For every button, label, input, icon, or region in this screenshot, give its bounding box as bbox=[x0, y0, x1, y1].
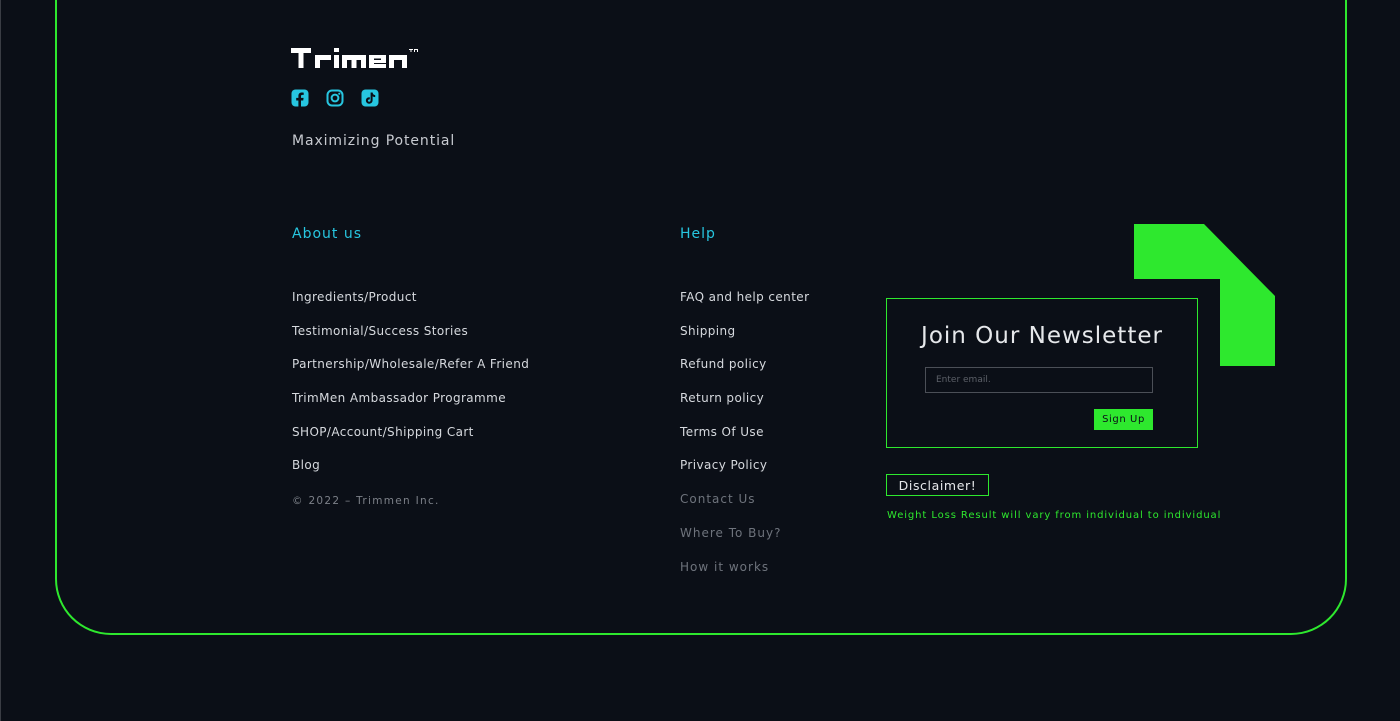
help-link-how-it-works[interactable]: How it works bbox=[680, 560, 809, 594]
about-link-testimonials[interactable]: Testimonial/Success Stories bbox=[292, 324, 529, 358]
about-links: Ingredients/Product Testimonial/Success … bbox=[292, 290, 529, 492]
newsletter-email-input[interactable] bbox=[925, 367, 1153, 393]
trimen-logo[interactable] bbox=[291, 46, 423, 72]
page: Maximizing Potential About us Ingredient… bbox=[0, 0, 1400, 721]
about-link-partnership[interactable]: Partnership/Wholesale/Refer A Friend bbox=[292, 357, 529, 391]
help-link-contact[interactable]: Contact Us bbox=[680, 492, 809, 526]
brand-tagline: Maximizing Potential bbox=[292, 133, 456, 149]
newsletter-title: Join Our Newsletter bbox=[921, 323, 1163, 349]
about-link-shop[interactable]: SHOP/Account/Shipping Cart bbox=[292, 425, 529, 459]
help-link-shipping[interactable]: Shipping bbox=[680, 324, 809, 358]
about-heading: About us bbox=[292, 226, 363, 242]
newsletter-box: Join Our Newsletter Sign Up bbox=[886, 298, 1198, 448]
instagram-icon[interactable] bbox=[326, 89, 344, 107]
help-link-return[interactable]: Return policy bbox=[680, 391, 809, 425]
social-links bbox=[291, 89, 379, 107]
help-link-refund[interactable]: Refund policy bbox=[680, 357, 809, 391]
about-link-ingredients[interactable]: Ingredients/Product bbox=[292, 290, 529, 324]
about-link-blog[interactable]: Blog bbox=[292, 458, 529, 492]
disclaimer-text: Weight Loss Result will vary from indivi… bbox=[887, 510, 1222, 521]
disclaimer-button[interactable]: Disclaimer! bbox=[886, 474, 989, 496]
help-heading: Help bbox=[680, 226, 716, 242]
sign-up-button[interactable]: Sign Up bbox=[1094, 409, 1153, 430]
help-links: FAQ and help center Shipping Refund poli… bbox=[680, 290, 809, 593]
help-link-faq[interactable]: FAQ and help center bbox=[680, 290, 809, 324]
tiktok-icon[interactable] bbox=[361, 89, 379, 107]
copyright-text: © 2022 – Trimmen Inc. bbox=[292, 495, 440, 507]
help-link-privacy[interactable]: Privacy Policy bbox=[680, 458, 809, 492]
help-link-where-to-buy[interactable]: Where To Buy? bbox=[680, 526, 809, 560]
about-link-ambassador[interactable]: TrimMen Ambassador Programme bbox=[292, 391, 529, 425]
facebook-icon[interactable] bbox=[291, 89, 309, 107]
help-link-terms[interactable]: Terms Of Use bbox=[680, 425, 809, 459]
